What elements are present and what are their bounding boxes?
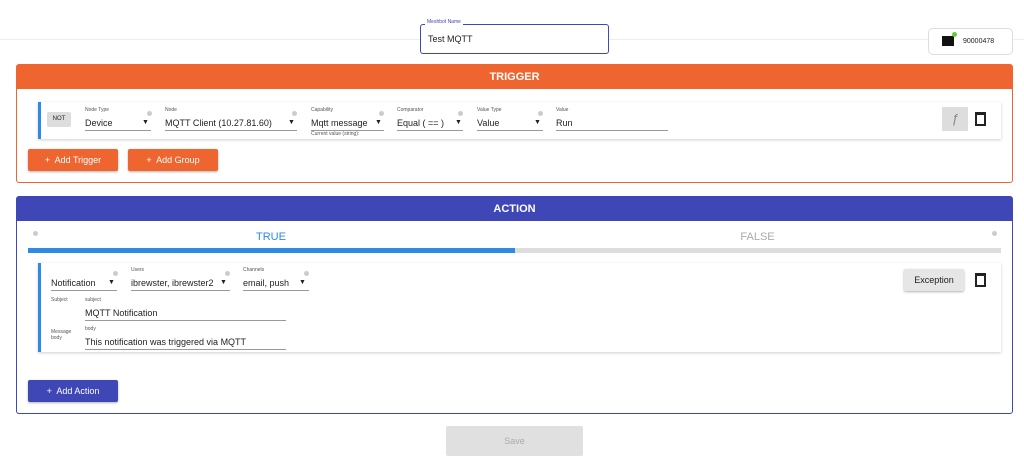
- trigger-title: TRIGGER: [17, 65, 1012, 89]
- add-group-button[interactable]: + Add Group: [128, 149, 218, 171]
- body-textarea[interactable]: This notification was triggered via MQTT: [85, 337, 286, 350]
- add-action-label: Add Action: [56, 386, 100, 396]
- chevron-down-icon: ▼: [375, 119, 382, 126]
- chevron-down-icon: ▼: [455, 119, 462, 126]
- chevron-down-icon: ▼: [534, 119, 541, 126]
- function-icon[interactable]: ƒ: [942, 107, 968, 131]
- info-icon: [225, 271, 230, 276]
- node-select[interactable]: MQTT Client (10.27.81.60): [165, 118, 297, 131]
- controller-icon: [942, 36, 954, 46]
- value-input[interactable]: Run: [556, 118, 668, 131]
- add-group-label: Add Group: [156, 155, 200, 165]
- value-label: Value: [556, 107, 569, 113]
- delete-icon[interactable]: [975, 112, 986, 126]
- tab-false[interactable]: FALSE: [514, 231, 1001, 243]
- message-body-label: Message body: [51, 329, 72, 341]
- delete-icon[interactable]: [975, 273, 986, 287]
- chevron-down-icon: ▼: [220, 279, 227, 286]
- capability-select[interactable]: Mqtt message: [311, 118, 384, 131]
- tab-indicator: [28, 248, 515, 253]
- value-type-label: Value Type: [477, 107, 502, 113]
- subject-input[interactable]: MQTT Notification: [85, 308, 286, 321]
- chevron-down-icon: ▼: [299, 279, 306, 286]
- users-label: Users: [131, 267, 145, 273]
- comparator-select[interactable]: Equal ( == ): [397, 118, 463, 131]
- action-title: ACTION: [17, 197, 1012, 221]
- info-icon: [113, 271, 118, 276]
- body-field-label: body: [85, 326, 96, 332]
- subject-field-label: subject: [85, 297, 101, 303]
- channels-label: Channels: [243, 267, 265, 273]
- online-status-icon: [952, 32, 957, 37]
- chevron-down-icon: ▼: [288, 119, 295, 126]
- chevron-down-icon: ▼: [142, 119, 149, 126]
- node-type-label: Node Type: [85, 107, 110, 113]
- info-icon: [538, 111, 543, 116]
- capability-label: Capability: [311, 107, 333, 113]
- info-icon: [147, 111, 152, 116]
- add-trigger-label: Add Trigger: [54, 155, 102, 165]
- node-label: Node: [165, 107, 177, 113]
- add-action-button[interactable]: + Add Action: [28, 380, 118, 402]
- info-icon: [458, 111, 463, 116]
- device-id: 90000478: [963, 38, 995, 45]
- tab-track: [28, 248, 1001, 253]
- meshbot-name-value: Test MQTT: [428, 34, 473, 44]
- info-icon: [292, 111, 297, 116]
- comparator-label: Comparator: [397, 107, 424, 113]
- add-trigger-button[interactable]: + Add Trigger: [28, 149, 118, 171]
- users-select[interactable]: ibrewster, ibrewster2: [131, 278, 230, 291]
- save-button[interactable]: Save: [446, 426, 583, 456]
- exception-button[interactable]: Exception: [904, 269, 964, 291]
- meshbot-name-label: Meshbot Name: [425, 19, 463, 25]
- info-icon: [304, 271, 309, 276]
- subject-label: Subject: [51, 297, 68, 303]
- tab-true[interactable]: TRUE: [28, 231, 514, 243]
- not-toggle[interactable]: NOT: [47, 112, 71, 127]
- info-icon: [379, 111, 384, 116]
- chevron-down-icon: ▼: [108, 279, 115, 286]
- capability-hint: Current value (string):: [311, 131, 360, 137]
